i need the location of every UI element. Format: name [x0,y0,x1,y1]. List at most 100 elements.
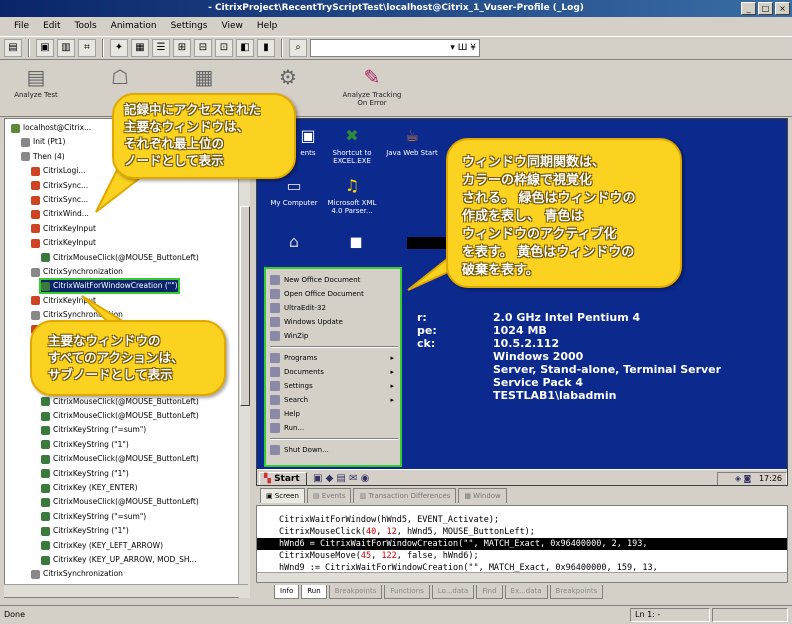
tree-node[interactable]: CitrixSync... [31,180,88,192]
tree-node[interactable]: CitrixSynchronization [31,266,123,278]
tree-node[interactable]: CitrixKeyInput [31,237,96,249]
excel-icon: ✖ [345,126,359,145]
tree-node[interactable]: CitrixMouseClick(@MOUSE_ButtonLeft) [41,410,199,422]
start-menu-item[interactable]: Programs ▸ [270,351,398,365]
tree-node[interactable]: CitrixWind... [31,208,89,220]
quick-launch-icons[interactable]: ▣ ◆ ▤ ✉ ◉ [313,473,369,484]
tab-run[interactable]: Run [301,585,327,599]
tree-node[interactable]: Then (4) [21,151,65,163]
tab-window[interactable]: ▦ Window [458,488,507,503]
save-icon[interactable]: ▣ [36,39,54,57]
script-horizontal-scrollbar[interactable] [257,572,787,582]
start-menu-item[interactable]: Search ▸ [270,393,398,407]
tree-node-icon [31,209,40,219]
tab-functions[interactable]: Functions [384,585,430,599]
compare-icon[interactable]: ▥ [57,39,75,57]
start-menu-item[interactable]: WinZip [270,329,398,343]
script-line[interactable]: CitrixMouseMove(45, 122, false, hWnd6); [279,550,479,562]
tree-node[interactable]: localhost@Citrix... [11,122,91,134]
tab-info[interactable]: Info [274,585,300,599]
start-button[interactable]: ▚ Start [259,472,307,485]
tree-node[interactable]: CitrixKey (KEY_ENTER) [41,482,138,494]
tree-node[interactable]: CitrixMouseClick(@MOUSE_ButtonLeft) [41,252,199,264]
tree-node[interactable]: CitrixKey (KEY_LEFT_ARROW) [41,540,163,552]
minimize-button[interactable]: _ [741,2,756,15]
options-icon[interactable]: ⊡ [215,39,233,57]
tree-horizontal-scrollbar[interactable] [4,584,248,597]
start-menu-item[interactable]: Shut Down... [270,443,398,457]
script-line-selected[interactable]: hWnd6 = CitrixWaitForWindowCreation("", … [257,538,787,550]
tab-log-data[interactable]: Lo...data [431,585,475,599]
tree-node[interactable]: CitrixMouseClick(@MOUSE_ButtonLeft) [41,453,199,465]
analyze-error-button[interactable]: ✎ Analyze Tracking On Error [342,65,402,116]
tree-node[interactable]: CitrixWaitForWindowCreation ("") [39,278,180,295]
tray-icons: ◈ ◙ [734,474,757,483]
stop-icon[interactable]: ◧ [236,39,254,57]
menu-settings[interactable]: Settings [171,17,208,35]
tree-node[interactable]: CitrixSynchronization [31,568,123,580]
tree-node[interactable]: CitrixKeyInput [31,223,96,235]
maximize-button[interactable]: □ [758,2,773,15]
menu-edit[interactable]: Edit [43,17,60,35]
menu-view[interactable]: View [221,17,242,35]
desktop-icon[interactable]: ☕ Java Web Start [381,125,443,157]
start-menu-item[interactable]: Open Office Document [270,287,398,301]
tab-events[interactable]: ▤ Events [306,488,352,503]
analyze-test-button[interactable]: ▤ Analyze Test [6,65,66,116]
tree-node[interactable]: CitrixKeyString ("1") [41,439,129,451]
tree-node[interactable]: CitrixKeyString ("=sum") [41,424,146,436]
run-icon[interactable]: ✦ [110,39,128,57]
window-title-bar[interactable]: - CitrixProject\RecentTryScriptTest\loca… [0,0,792,17]
tab-breakpoints[interactable]: Breakpoints [328,585,383,599]
menu-separator [270,438,398,440]
chart-icon[interactable]: ▮ [257,39,275,57]
start-menu-item-label: Open Office Document [284,290,364,298]
tree-node[interactable]: CitrixKey (KEY_UP_ARROW, MOD_SH... [41,554,197,566]
menu-tools[interactable]: Tools [75,17,97,35]
tree-vertical-scrollbar[interactable] [238,118,250,598]
script-line[interactable]: CitrixMouseClick(40, 12, hWnd5, MOUSE_Bu… [279,526,535,538]
nodes-icon[interactable]: ⊟ [194,39,212,57]
tab-breakpoints-2[interactable]: Breakpoints [549,585,604,599]
script-editor[interactable]: CitrixWaitForWindow(hWnd5, EVENT_Activat… [256,505,788,583]
menu-animation[interactable]: Animation [111,17,157,35]
scroll-thumb[interactable] [240,206,250,406]
start-menu-item[interactable]: UltraEdit-32 [270,301,398,315]
tree-node[interactable]: CitrixKeyString ("1") [41,525,129,537]
tree-node[interactable]: CitrixKeyString ("1") [41,468,129,480]
filter-icon[interactable]: ⌗ [78,39,96,57]
desktop-icon[interactable]: ◼ [325,231,387,255]
start-menu-item[interactable]: Run... [270,421,398,435]
menu-bar: File Edit Tools Animation Settings View … [0,17,792,35]
close-button[interactable]: × [775,2,790,15]
script-line[interactable]: CitrixWaitForWindow(hWnd5, EVENT_Activat… [279,514,499,526]
list-icon[interactable]: ☰ [152,39,170,57]
desktop-icon[interactable]: ♫ Microsoft XML 4.0 Parser... [321,175,383,215]
tree-node[interactable]: CitrixSync... [31,194,88,206]
menu-help[interactable]: Help [257,17,278,35]
tree-node[interactable]: CitrixKeyString ("=sum") [41,511,146,523]
grid-icon[interactable]: ▦ [131,39,149,57]
open-icon[interactable]: ▤ [4,39,22,57]
tree-node[interactable]: Init (Pt1) [21,136,65,148]
tree-node[interactable]: CitrixMouseClick(@MOUSE_ButtonLeft) [41,496,199,508]
tree-node[interactable]: CitrixMouseClick(@MOUSE_ButtonLeft) [41,396,199,408]
tab-transaction-differences[interactable]: ▥ Transaction Differences [353,488,457,503]
menu-file[interactable]: File [14,17,29,35]
start-menu-item[interactable]: Help [270,407,398,421]
find-combo[interactable]: ▾ Ш ¥ [310,39,480,57]
tree-node[interactable]: CitrixKeyInput [31,295,96,307]
find-icon[interactable]: ⌕ [289,39,307,57]
tab-find[interactable]: Find [476,585,503,599]
start-menu-item[interactable]: New Office Document [270,273,398,287]
tree-node[interactable]: CitrixLogi... [31,165,86,177]
desktop-icon[interactable]: ✖ Shortcut to EXCEL.EXE [321,125,383,165]
tab-ex-data[interactable]: Ex...data [504,585,548,599]
start-menu-item[interactable]: Settings ▸ [270,379,398,393]
start-menu-item[interactable]: Windows Update [270,315,398,329]
desktop-icon[interactable]: ⌂ [263,231,325,255]
start-menu-item[interactable]: Documents ▸ [270,365,398,379]
tab-screen[interactable]: ▣ Screen [260,488,305,503]
tree-icon[interactable]: ⊞ [173,39,191,57]
desktop-icon[interactable]: ▭ My Computer [263,175,325,207]
